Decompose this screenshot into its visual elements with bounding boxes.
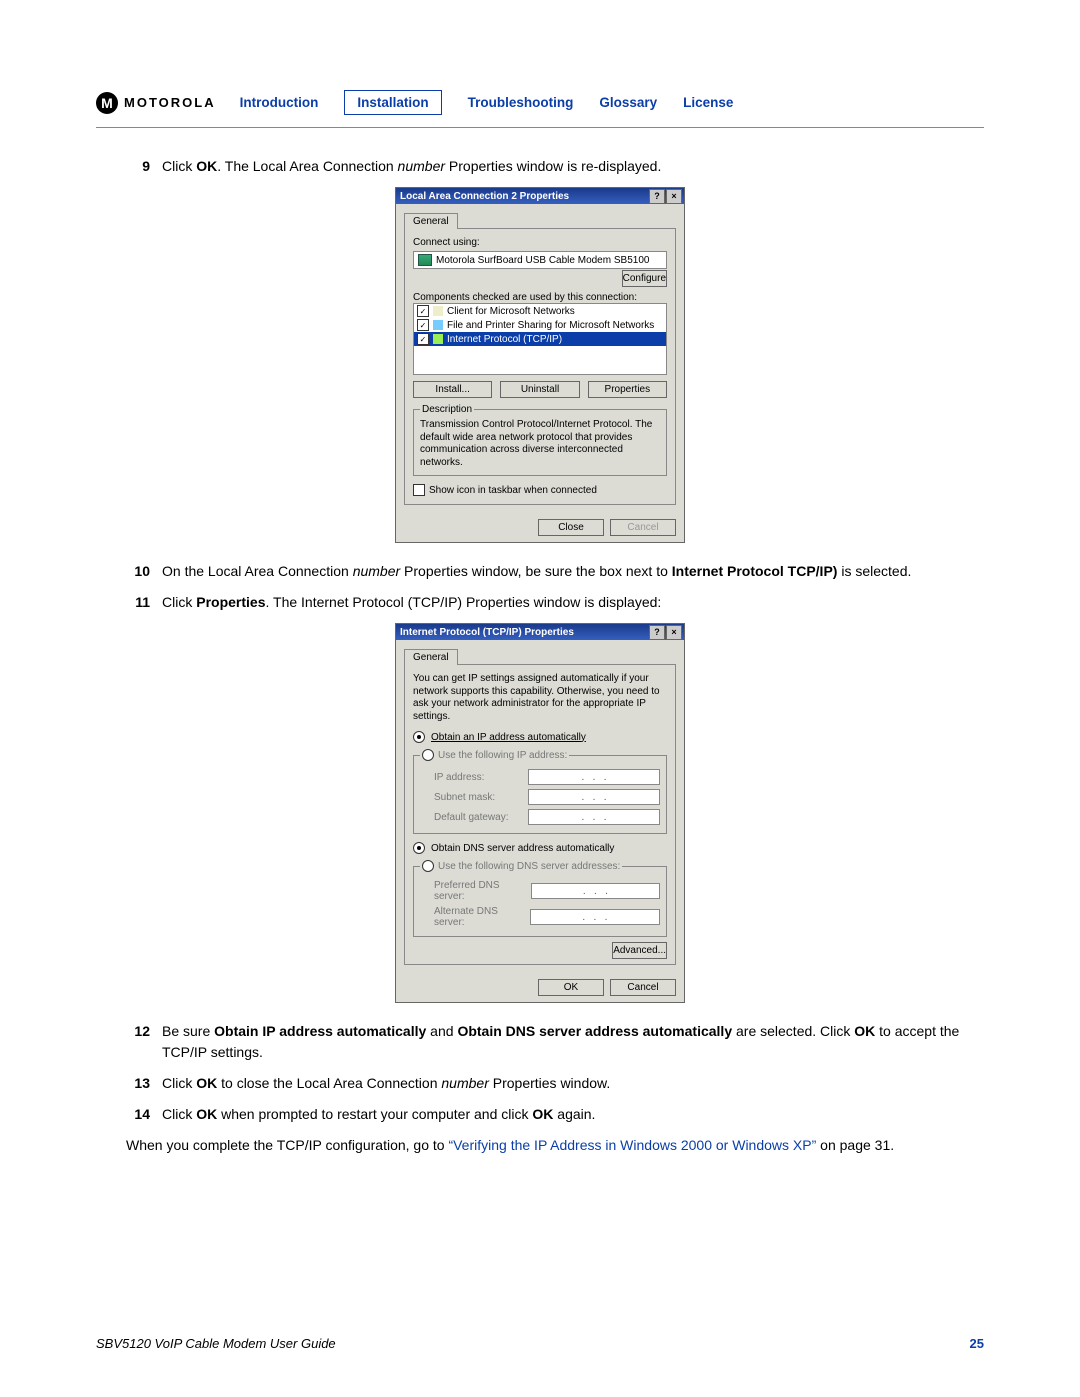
step-number: 12 <box>126 1021 150 1063</box>
static-ip-group: Use the following IP address: IP address… <box>413 749 667 834</box>
step-10: 10 On the Local Area Connection number P… <box>126 561 984 582</box>
show-icon-checkbox[interactable] <box>413 484 425 496</box>
motorola-logo: M MOTOROLA <box>96 92 216 114</box>
radio-obtain-ip[interactable] <box>413 731 425 743</box>
ip-input: . . . <box>528 769 660 785</box>
preferred-dns-input: . . . <box>531 883 660 899</box>
page-header: M MOTOROLA Introduction Installation Tro… <box>96 90 984 115</box>
verify-ip-link[interactable]: “Verifying the IP Address in Windows 200… <box>448 1137 816 1153</box>
share-icon <box>433 320 443 330</box>
tab-general[interactable]: General <box>404 649 458 665</box>
radio-use-dns[interactable] <box>422 860 434 872</box>
description-group: Description Transmission Control Protoco… <box>413 404 667 476</box>
intro-text: You can get IP settings assigned automat… <box>413 673 667 723</box>
step-number: 11 <box>126 592 150 613</box>
radio-label: Obtain DNS server address automatically <box>431 843 614 854</box>
static-dns-group: Use the following DNS server addresses: … <box>413 860 667 937</box>
step-11: 11 Click Properties. The Internet Protoc… <box>126 592 984 613</box>
protocol-icon <box>433 334 443 344</box>
guide-title: SBV5120 VoIP Cable Modem User Guide <box>96 1336 336 1351</box>
list-item[interactable]: ✓File and Printer Sharing for Microsoft … <box>414 318 666 332</box>
step-text: Click OK to close the Local Area Connect… <box>162 1073 984 1094</box>
dialog-titlebar: Internet Protocol (TCP/IP) Properties ? … <box>396 624 684 640</box>
step-text: Click Properties. The Internet Protocol … <box>162 592 984 613</box>
step-number: 10 <box>126 561 150 582</box>
ok-button[interactable]: OK <box>538 979 604 996</box>
nav-license[interactable]: License <box>683 95 733 110</box>
connect-using-label: Connect using: <box>413 237 667 248</box>
gateway-label: Default gateway: <box>434 812 509 823</box>
nav-troubleshooting[interactable]: Troubleshooting <box>468 95 574 110</box>
alternate-dns-input: . . . <box>530 909 660 925</box>
dialog-title: Local Area Connection 2 Properties <box>400 191 569 202</box>
components-label: Components checked are used by this conn… <box>413 292 667 303</box>
cancel-button: Cancel <box>610 519 676 536</box>
checkbox-icon[interactable]: ✓ <box>417 333 429 345</box>
step-number: 9 <box>126 156 150 177</box>
gateway-input: . . . <box>528 809 660 825</box>
page-footer: SBV5120 VoIP Cable Modem User Guide 25 <box>96 1336 984 1351</box>
motorola-logo-icon: M <box>96 92 118 114</box>
nav-introduction[interactable]: Introduction <box>240 95 319 110</box>
subnet-input: . . . <box>528 789 660 805</box>
radio-obtain-dns[interactable] <box>413 842 425 854</box>
radio-label: Obtain an IP address automatically <box>431 732 586 743</box>
step-text: Click OK when prompted to restart your c… <box>162 1104 984 1125</box>
close-icon[interactable]: × <box>666 189 682 204</box>
radio-label: Use the following IP address: <box>438 750 567 761</box>
dialog-titlebar: Local Area Connection 2 Properties ? × <box>396 188 684 204</box>
configure-button[interactable]: Configure <box>622 270 667 287</box>
step-text: Click OK. The Local Area Connection numb… <box>162 156 984 177</box>
local-area-connection-dialog: Local Area Connection 2 Properties ? × G… <box>395 187 685 543</box>
help-icon[interactable]: ? <box>649 189 665 204</box>
description-text: Transmission Control Protocol/Internet P… <box>420 419 660 469</box>
close-icon[interactable]: × <box>666 625 682 640</box>
alternate-dns-label: Alternate DNS server: <box>434 906 530 928</box>
list-item[interactable]: ✓Client for Microsoft Networks <box>414 304 666 318</box>
cancel-button[interactable]: Cancel <box>610 979 676 996</box>
header-rule <box>96 127 984 128</box>
adapter-field: Motorola SurfBoard USB Cable Modem SB510… <box>413 251 667 269</box>
nav-installation[interactable]: Installation <box>344 90 441 115</box>
brand-text: MOTOROLA <box>124 95 216 110</box>
step-12: 12 Be sure Obtain IP address automatical… <box>126 1021 984 1063</box>
radio-label: Use the following DNS server addresses: <box>438 861 620 872</box>
help-icon[interactable]: ? <box>649 625 665 640</box>
dialog-title: Internet Protocol (TCP/IP) Properties <box>400 627 574 638</box>
show-icon-label: Show icon in taskbar when connected <box>429 485 597 496</box>
components-list[interactable]: ✓Client for Microsoft Networks ✓File and… <box>413 303 667 375</box>
uninstall-button[interactable]: Uninstall <box>500 381 579 398</box>
step-text: On the Local Area Connection number Prop… <box>162 561 984 582</box>
adapter-icon <box>418 254 432 266</box>
tcpip-properties-dialog: Internet Protocol (TCP/IP) Properties ? … <box>395 623 685 1003</box>
closing-paragraph: When you complete the TCP/IP configurati… <box>126 1135 984 1156</box>
checkbox-icon[interactable]: ✓ <box>417 319 429 331</box>
subnet-label: Subnet mask: <box>434 792 495 803</box>
advanced-button[interactable]: Advanced... <box>612 942 667 959</box>
step-9: 9 Click OK. The Local Area Connection nu… <box>126 156 984 177</box>
checkbox-icon[interactable]: ✓ <box>417 305 429 317</box>
radio-use-ip[interactable] <box>422 749 434 761</box>
ip-label: IP address: <box>434 772 484 783</box>
top-nav: Introduction Installation Troubleshootin… <box>240 90 734 115</box>
page-number: 25 <box>970 1336 984 1351</box>
step-14: 14 Click OK when prompted to restart you… <box>126 1104 984 1125</box>
properties-button[interactable]: Properties <box>588 381 667 398</box>
client-icon <box>433 306 443 316</box>
step-13: 13 Click OK to close the Local Area Conn… <box>126 1073 984 1094</box>
step-number: 14 <box>126 1104 150 1125</box>
nav-glossary[interactable]: Glossary <box>599 95 657 110</box>
close-button[interactable]: Close <box>538 519 604 536</box>
step-number: 13 <box>126 1073 150 1094</box>
description-title: Description <box>420 404 474 415</box>
preferred-dns-label: Preferred DNS server: <box>434 880 531 902</box>
install-button[interactable]: Install... <box>413 381 492 398</box>
step-text: Be sure Obtain IP address automatically … <box>162 1021 984 1063</box>
list-item-selected[interactable]: ✓Internet Protocol (TCP/IP) <box>414 332 666 346</box>
tab-general[interactable]: General <box>404 213 458 229</box>
